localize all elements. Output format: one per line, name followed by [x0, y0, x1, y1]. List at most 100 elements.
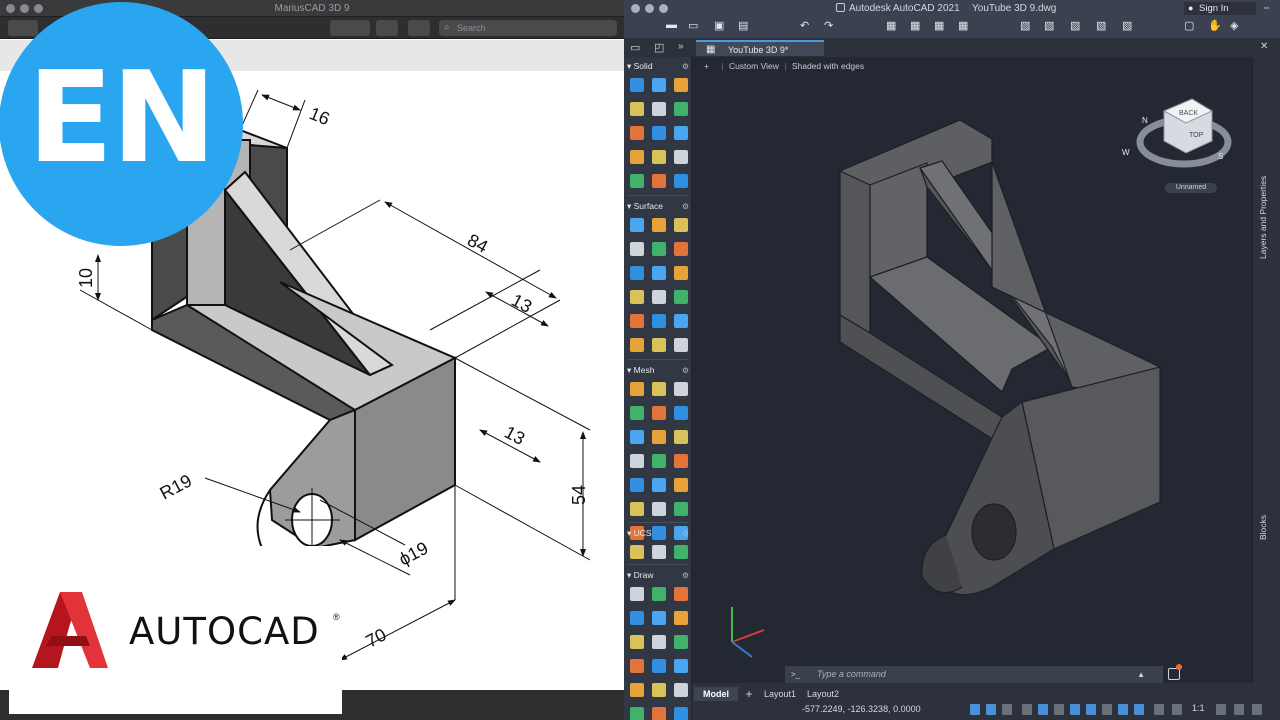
tool-icon[interactable]: [652, 406, 666, 420]
print-preview-icon[interactable]: ▦: [910, 19, 920, 32]
tool-icon[interactable]: [630, 406, 644, 420]
command-line[interactable]: >_ Type a command ▲: [785, 666, 1163, 683]
3d-toolbar-icon[interactable]: ◰: [654, 41, 664, 54]
palette-section-draw[interactable]: ▾ Draw ⚙: [627, 569, 689, 582]
tool-icon[interactable]: [674, 478, 688, 492]
tool-icon[interactable]: [630, 683, 644, 697]
pan-icon[interactable]: ✋: [1208, 19, 1222, 32]
grid-toggle-icon[interactable]: [986, 704, 996, 715]
close-traffic-light[interactable]: [631, 4, 640, 13]
tool-icon[interactable]: [674, 174, 688, 188]
units-icon[interactable]: [1234, 704, 1244, 715]
minimize-traffic-light[interactable]: [645, 4, 654, 13]
xref-icon[interactable]: ▧: [1020, 19, 1030, 32]
sign-in-button[interactable]: ● Sign In: [1184, 2, 1256, 15]
selection-cycling-icon[interactable]: [1134, 704, 1144, 715]
exchange-icon[interactable]: ⇔: [1262, 2, 1271, 12]
expand-icon[interactable]: »: [678, 41, 684, 52]
tool-icon[interactable]: [674, 218, 688, 232]
snap-toggle-icon[interactable]: [1002, 704, 1012, 715]
tool-icon[interactable]: [652, 707, 666, 720]
tool-icon[interactable]: [630, 218, 644, 232]
workspace-icon[interactable]: [1216, 704, 1226, 715]
tool-icon[interactable]: [630, 478, 644, 492]
annotation-scale[interactable]: 1:1: [1192, 703, 1205, 713]
tab-model[interactable]: Model: [694, 687, 738, 701]
orbit-icon[interactable]: ◈: [1230, 19, 1238, 32]
tool-icon[interactable]: [630, 102, 644, 116]
osnap-toggle-icon[interactable]: [1086, 704, 1096, 715]
batch-plot-icon[interactable]: ▦: [958, 19, 968, 32]
tool-icon[interactable]: [630, 659, 644, 673]
tool-icon[interactable]: [674, 502, 688, 516]
tool-icon[interactable]: [652, 478, 666, 492]
annotation-visibility-icon[interactable]: [1172, 704, 1182, 715]
tool-icon[interactable]: [674, 102, 688, 116]
tool-icon[interactable]: [674, 382, 688, 396]
tool-icon[interactable]: [630, 290, 644, 304]
save-icon[interactable]: ▣: [714, 19, 724, 32]
tool-icon[interactable]: [630, 430, 644, 444]
tool-icon[interactable]: [652, 150, 666, 164]
tool-icon[interactable]: [630, 174, 644, 188]
match-icon[interactable]: ▧: [1096, 19, 1106, 32]
tool-icon[interactable]: [630, 338, 644, 352]
tool-icon[interactable]: [630, 78, 644, 92]
redo-icon[interactable]: ↷: [824, 19, 833, 32]
viewcube[interactable]: BACK TOP N W S: [1122, 98, 1232, 168]
ortho-toggle-icon[interactable]: [1022, 704, 1032, 715]
layer-icon[interactable]: ▧: [1070, 19, 1080, 32]
palette-section-surface[interactable]: ▾ Surface ⚙: [627, 200, 689, 213]
gear-icon[interactable]: ⚙: [682, 364, 689, 377]
tool-icon[interactable]: [674, 659, 688, 673]
gear-icon[interactable]: ⚙: [682, 527, 689, 540]
tool-icon[interactable]: [652, 454, 666, 468]
tool-icon[interactable]: [630, 382, 644, 396]
drawing-viewport[interactable]: + | Custom View | Shaded with edges BACK…: [692, 57, 1252, 683]
tool-icon[interactable]: [652, 290, 666, 304]
tool-icon[interactable]: [652, 611, 666, 625]
palette-section-mesh[interactable]: ▾ Mesh ⚙: [627, 364, 689, 377]
tool-icon[interactable]: [674, 338, 688, 352]
command-input[interactable]: Type a command: [817, 669, 886, 679]
tool-icon[interactable]: [652, 102, 666, 116]
tab-layout2[interactable]: Layout2: [802, 687, 844, 701]
tab-layout1[interactable]: Layout1: [760, 687, 800, 701]
tool-icon[interactable]: [674, 266, 688, 280]
palette-section-ucs[interactable]: ▾ UCS ⚙: [627, 527, 689, 540]
transparency-icon[interactable]: [1118, 704, 1128, 715]
tool-icon[interactable]: [652, 635, 666, 649]
add-layout-button[interactable]: +: [742, 687, 756, 701]
tool-icon[interactable]: [652, 218, 666, 232]
tool-icon[interactable]: [630, 587, 644, 601]
gear-icon[interactable]: ⚙: [682, 569, 689, 582]
tool-icon[interactable]: [652, 545, 666, 559]
tool-icon[interactable]: [652, 338, 666, 352]
plot-icon[interactable]: ▦: [886, 19, 896, 32]
tool-icon[interactable]: [630, 150, 644, 164]
tool-icon[interactable]: [630, 454, 644, 468]
tool-icon[interactable]: [652, 78, 666, 92]
gear-icon[interactable]: ⚙: [682, 60, 689, 73]
tool-icon[interactable]: [630, 545, 644, 559]
ucs-menu[interactable]: Unnamed: [1165, 183, 1217, 193]
command-history-icon[interactable]: ▲: [1137, 666, 1145, 683]
tool-icon[interactable]: [652, 683, 666, 697]
tool-icon[interactable]: [674, 635, 688, 649]
tool-icon[interactable]: [652, 126, 666, 140]
tool-icon[interactable]: [652, 659, 666, 673]
model-space-icon[interactable]: [970, 704, 980, 715]
open-file-icon[interactable]: ▭: [688, 19, 698, 32]
undo-icon[interactable]: ↶: [800, 19, 809, 32]
palette-section-solid[interactable]: ▾ Solid ⚙: [627, 60, 689, 73]
tool-icon[interactable]: [630, 314, 644, 328]
tool-icon[interactable]: [674, 314, 688, 328]
object-track-icon[interactable]: [1070, 704, 1080, 715]
tool-icon[interactable]: [652, 502, 666, 516]
tool-icon[interactable]: [630, 635, 644, 649]
tool-icon[interactable]: [630, 242, 644, 256]
attach-icon[interactable]: ▧: [1044, 19, 1054, 32]
gizmo-icon[interactable]: [1154, 704, 1164, 715]
isodraft-icon[interactable]: [1054, 704, 1064, 715]
tool-icon[interactable]: [674, 290, 688, 304]
